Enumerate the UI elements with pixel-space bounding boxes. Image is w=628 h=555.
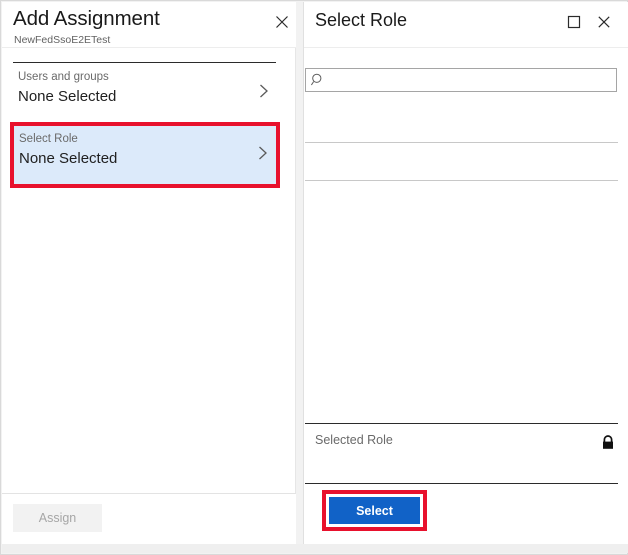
search-icon bbox=[310, 72, 326, 88]
close-icon[interactable] bbox=[272, 12, 292, 32]
role-result-list bbox=[305, 105, 618, 423]
page-title: Add Assignment bbox=[13, 7, 160, 31]
add-assignment-footer: Assign bbox=[2, 493, 296, 545]
close-icon[interactable] bbox=[595, 13, 613, 31]
chevron-right-icon bbox=[256, 143, 270, 163]
chevron-right-icon bbox=[257, 81, 271, 101]
select-role-header: Select Role bbox=[304, 2, 628, 48]
bottom-strip bbox=[2, 544, 628, 553]
lock-icon bbox=[600, 434, 616, 452]
row-value-users-and-groups: None Selected bbox=[18, 88, 116, 105]
list-item[interactable] bbox=[305, 143, 618, 181]
selected-role-divider-bottom bbox=[305, 483, 618, 484]
search-box[interactable] bbox=[305, 68, 617, 92]
row-caption-select-role: Select Role bbox=[19, 133, 78, 145]
select-button[interactable]: Select bbox=[329, 497, 420, 524]
add-assignment-blade: Add Assignment NewFedSsoE2ETest Users an… bbox=[2, 2, 296, 545]
row-caption-users-and-groups: Users and groups bbox=[18, 71, 109, 83]
page-subtitle: NewFedSsoE2ETest bbox=[14, 34, 110, 46]
sidebar-item-select-role[interactable]: Select Role None Selected bbox=[14, 126, 276, 184]
assign-button[interactable]: Assign bbox=[13, 504, 102, 532]
list-item[interactable] bbox=[305, 181, 618, 219]
select-role-blade: Select Role bbox=[303, 2, 628, 545]
add-assignment-header: Add Assignment NewFedSsoE2ETest bbox=[2, 2, 296, 48]
list-item[interactable] bbox=[305, 219, 618, 257]
selected-role-divider-top bbox=[305, 423, 618, 424]
select-role-title: Select Role bbox=[315, 10, 407, 31]
maximize-icon[interactable] bbox=[565, 13, 583, 31]
sidebar-item-users-and-groups[interactable]: Users and groups None Selected bbox=[13, 64, 277, 120]
section-divider bbox=[13, 62, 276, 63]
search-input[interactable] bbox=[328, 69, 618, 93]
list-item[interactable] bbox=[305, 105, 618, 143]
selected-role-label: Selected Role bbox=[315, 433, 393, 447]
app-frame: Add Assignment NewFedSsoE2ETest Users an… bbox=[0, 0, 628, 555]
row-value-select-role: None Selected bbox=[19, 150, 117, 167]
